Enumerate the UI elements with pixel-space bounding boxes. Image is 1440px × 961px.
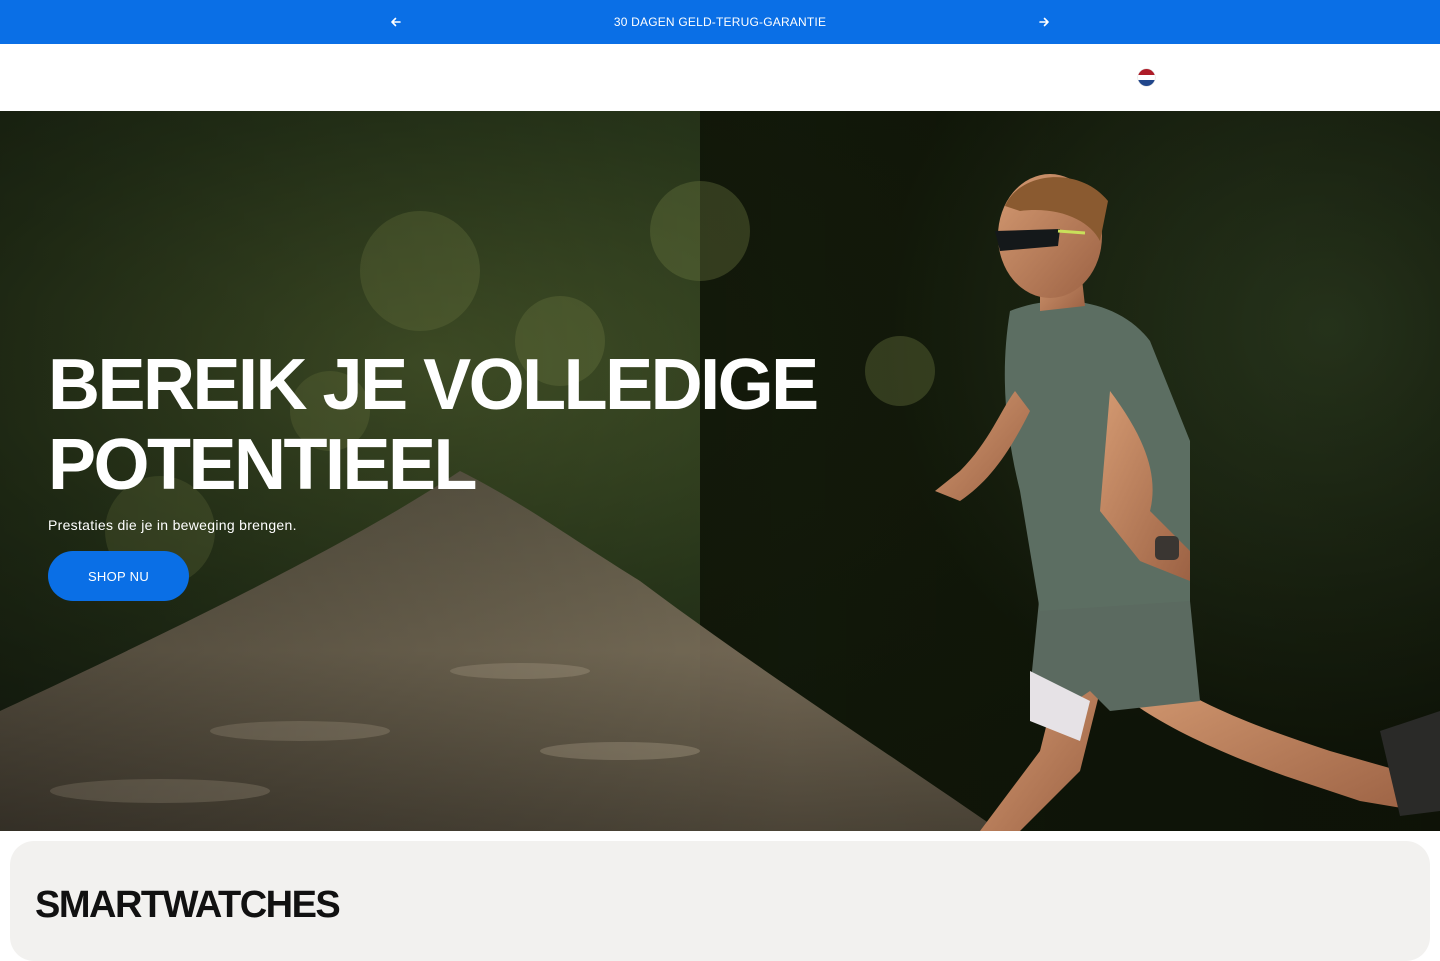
netherlands-flag-icon[interactable]: [1138, 69, 1155, 86]
smartwatches-section: SMARTWATCHES: [10, 841, 1430, 961]
announcement-prev-button[interactable]: [386, 12, 406, 32]
site-header: [0, 44, 1440, 111]
hero-banner: BEREIK JE VOLLEDIGE POTENTIEEL Prestatie…: [0, 111, 1440, 831]
announcement-message: 30 DAGEN GELD-TERUG-GARANTIE: [613, 15, 827, 29]
arrow-right-icon: [1039, 17, 1049, 27]
section-title: SMARTWATCHES: [35, 884, 341, 926]
hero-subtitle: Prestaties die je in beweging brengen.: [48, 517, 297, 533]
announcement-next-button[interactable]: [1034, 12, 1054, 32]
shop-now-button[interactable]: SHOP NU: [48, 551, 189, 601]
arrow-left-icon: [391, 17, 401, 27]
hero-title: BEREIK JE VOLLEDIGE POTENTIEEL: [48, 345, 819, 505]
announcement-bar: 30 DAGEN GELD-TERUG-GARANTIE: [0, 0, 1440, 44]
